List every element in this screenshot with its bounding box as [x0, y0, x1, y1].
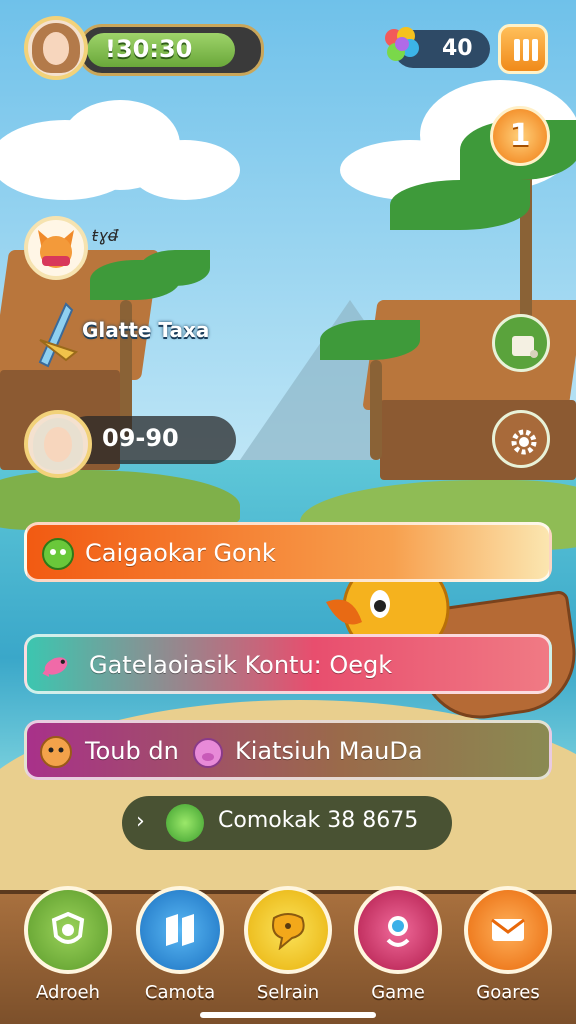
combo-label: Comokak 38 8675: [218, 808, 419, 833]
quest-label: Glatte Taxa: [82, 318, 210, 342]
nav-game-label: Game: [371, 982, 425, 1003]
palm-leaf: [320, 320, 420, 360]
green-blob-icon: [166, 804, 204, 842]
timer-hud: !30:30: [24, 16, 264, 80]
green-blob-icon: [42, 538, 74, 570]
pause-icon: [514, 39, 520, 61]
nav-camota-label: Camota: [144, 982, 216, 1003]
gear-icon: [511, 429, 537, 455]
gem-count: 40: [442, 36, 473, 61]
wand-icon: [38, 302, 79, 368]
nav-selrain-label: Selrain: [256, 982, 320, 1003]
face-icon: [40, 736, 72, 768]
fox-icon: [38, 230, 74, 268]
friend-time-pill[interactable]: 09-90: [24, 410, 236, 478]
level-badge[interactable]: 1: [490, 106, 550, 166]
chat-icon: [272, 913, 305, 950]
palm-leaf: [140, 250, 210, 286]
timer-bar: !30:30: [78, 24, 264, 76]
friend-time: 09-90: [102, 424, 179, 452]
combo-pill[interactable]: › Comokak 38 8675: [122, 796, 452, 850]
banner-purple[interactable]: Toub dn Kiatsiuh MauDa: [24, 720, 552, 780]
nav-adroeh-label: Adroeh: [36, 982, 100, 1003]
cloud: [130, 140, 240, 200]
fish-icon: [42, 657, 68, 678]
npc-text: ŧɣđ̶: [92, 226, 118, 245]
nav-goares-label: Goares: [476, 982, 540, 1003]
pin-icon: [386, 916, 410, 947]
map-icon: [166, 914, 194, 946]
shield-icon: [51, 911, 85, 944]
nav-selrain[interactable]: [244, 886, 332, 974]
palm-leaf: [390, 180, 530, 230]
banner-orange-label: Caigaokar Gonk: [85, 539, 276, 567]
player-avatar[interactable]: [24, 16, 88, 80]
friend-avatar: [24, 410, 92, 478]
scroll-button[interactable]: [492, 314, 550, 372]
banner-red-label: Gatelaoiasik Kontu: Oegk: [89, 651, 393, 679]
banner-purple-label-2: Kiatsiuh MauDa: [235, 737, 423, 765]
home-indicator[interactable]: [200, 1012, 376, 1018]
palm-trunk: [370, 360, 382, 460]
nav-goares[interactable]: [464, 886, 552, 974]
arrow-icon: ›: [136, 809, 145, 834]
pig-icon: [193, 738, 223, 768]
fox-avatar[interactable]: [24, 216, 88, 280]
timer-text: !30:30: [105, 35, 193, 63]
rainbow-gem-icon: [385, 27, 419, 61]
mail-icon: [491, 918, 525, 941]
nav-camota[interactable]: [136, 886, 224, 974]
nav-adroeh[interactable]: [24, 886, 112, 974]
nav-game[interactable]: [354, 886, 442, 974]
game-screen: !30:30 40 1 ŧɣđ̶ Glatte Taxa 09-90 Caiga…: [0, 0, 576, 1024]
banner-red[interactable]: Gatelaoiasik Kontu: Oegk: [24, 634, 552, 694]
settings-button[interactable]: [492, 410, 550, 468]
banner-orange[interactable]: Caigaokar Gonk: [24, 522, 552, 582]
banner-purple-label: Toub dn: [85, 737, 179, 765]
scroll-icon: [512, 336, 538, 358]
currency-hud: 40: [380, 24, 552, 80]
pause-button[interactable]: [498, 24, 548, 74]
